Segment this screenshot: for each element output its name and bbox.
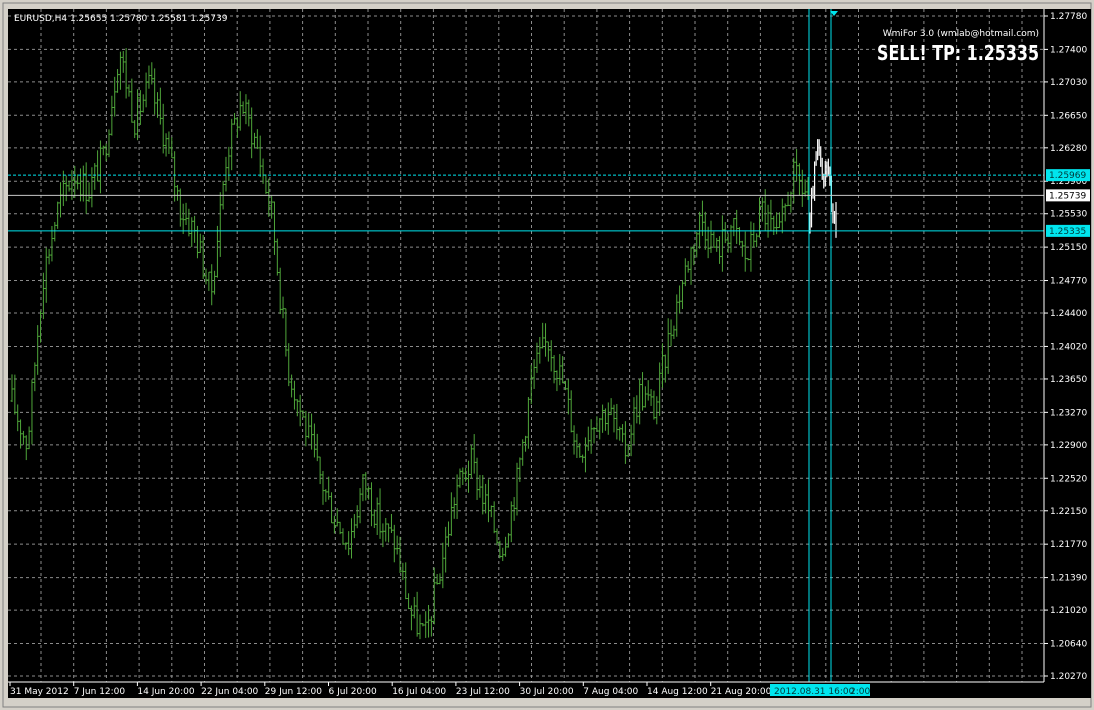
price-tick-label: 1.24400 <box>1050 309 1087 319</box>
time-tick-label: 30 Jul 20:00 <box>520 687 574 697</box>
price-tick-label: 1.20640 <box>1050 639 1087 649</box>
time-tick-label: 22 Jun 04:00 <box>201 687 258 697</box>
time-tick-label: 14 Aug 12:00 <box>647 687 708 697</box>
price-line-label: 1.25335 <box>1049 227 1086 237</box>
sell-signal: SELL! TP: 1.25335 <box>877 41 1039 65</box>
time-tick-label: 23 Jul 12:00 <box>456 687 510 697</box>
price-tick-label: 1.27400 <box>1050 45 1087 55</box>
price-scale: 1.27780 1.27400 1.27030 1.26650 1.26280 1.259… <box>1044 12 1087 682</box>
price-tick-label: 1.26280 <box>1050 144 1087 154</box>
price-tick-label: 1.26650 <box>1050 111 1087 121</box>
time-tick-label: 29 Jun 12:00 <box>265 687 322 697</box>
price-tick-label: 1.24770 <box>1050 277 1087 287</box>
time-tick-label: 21 Aug 20:00 <box>711 687 772 697</box>
symbol-header: EURUSD,H4 1.25655 1.25780 1.25581 1.2573… <box>14 14 228 24</box>
time-tick-label: 31 May 2012 <box>10 687 69 697</box>
indicator-credit: WmiFor 3.0 (wmlab@hotmail.com) <box>883 29 1039 39</box>
chart-window: 1.27780 1.27400 1.27030 1.26650 1.26280 1.259… <box>0 0 1094 710</box>
time-marker-label: 2012.08.31 16:00 <box>774 687 855 697</box>
time-tick-label: 14 Jun 20:00 <box>137 687 194 697</box>
price-tick-label: 1.23650 <box>1050 375 1087 385</box>
price-chart[interactable]: 1.27780 1.27400 1.27030 1.26650 1.26280 1.259… <box>0 0 1094 710</box>
price-tick-label: 1.22520 <box>1050 474 1087 484</box>
time-tick-label: 6 Jul 20:00 <box>329 687 378 697</box>
price-tick-label: 1.21020 <box>1050 606 1087 616</box>
time-tick-label: 7 Jun 12:00 <box>74 687 126 697</box>
price-tick-label: 1.22150 <box>1050 507 1087 517</box>
price-tick-label: 1.27030 <box>1050 78 1087 88</box>
price-tick-label: 1.25530 <box>1050 210 1087 220</box>
price-tick-label: 1.23270 <box>1050 408 1087 418</box>
price-tick-label: 1.27780 <box>1050 12 1087 22</box>
price-tick-label: 1.22900 <box>1050 441 1087 451</box>
price-tick-label: 1.21390 <box>1050 574 1087 584</box>
time-tick-label: 16 Jul 04:00 <box>392 687 446 697</box>
price-tick-label: 1.24020 <box>1050 342 1087 352</box>
price-line-label: 1.25969 <box>1049 171 1086 181</box>
price-line-label: 1.25739 <box>1049 191 1086 201</box>
price-tick-label: 1.21770 <box>1050 540 1087 550</box>
time-marker-offset: 2:00 <box>850 687 870 697</box>
price-tick-label: 1.20270 <box>1050 672 1087 682</box>
price-tick-label: 1.25150 <box>1050 243 1087 253</box>
time-tick-label: 7 Aug 04:00 <box>583 687 638 697</box>
